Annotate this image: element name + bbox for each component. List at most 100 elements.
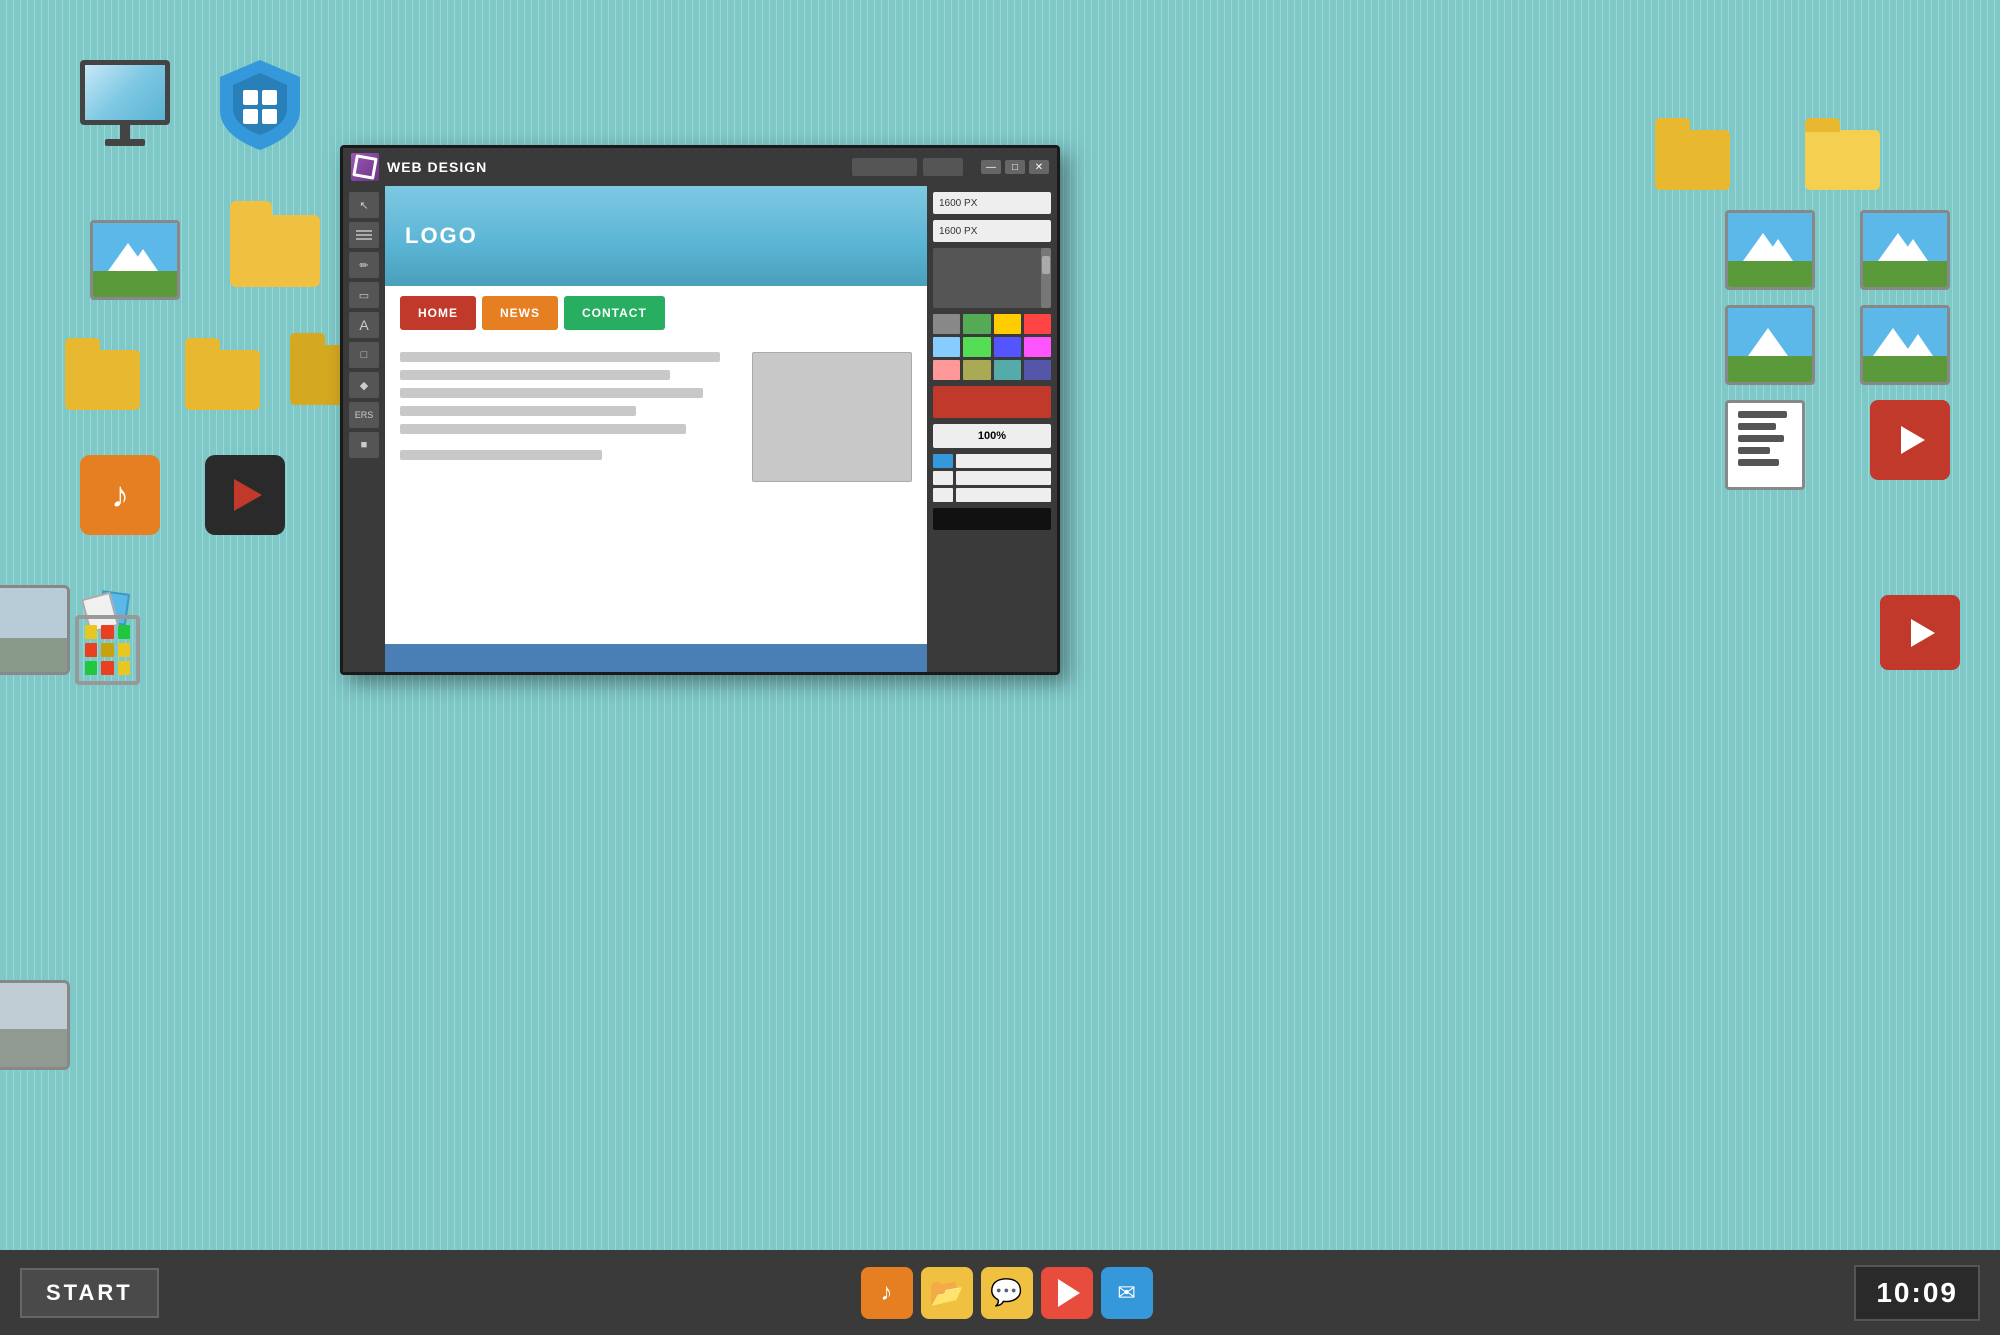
music-icon[interactable]: ♪ <box>80 455 160 535</box>
panel-black-block[interactable] <box>933 508 1051 530</box>
folder-icon-right-1[interactable] <box>1655 130 1730 190</box>
text-line-3 <box>400 388 703 398</box>
layer-bar-2[interactable] <box>956 471 1051 485</box>
tool-rect2[interactable]: □ <box>349 342 379 368</box>
trash-body <box>75 615 140 685</box>
layer-color-3 <box>933 488 953 502</box>
toolbar-btn-2[interactable] <box>923 158 963 176</box>
nav-btn-home[interactable]: HOME <box>400 296 476 330</box>
document-icon[interactable] <box>1725 400 1805 490</box>
taskbar-music-icon[interactable]: ♪ <box>861 1267 913 1319</box>
text-line-5 <box>400 424 686 434</box>
site-nav: HOME NEWS CONTACT <box>385 286 927 340</box>
video-icon-dark[interactable] <box>205 455 285 535</box>
photo-icon-1[interactable] <box>0 585 70 675</box>
monitor-base <box>105 139 145 146</box>
monitor-icon[interactable] <box>65 60 185 180</box>
color-cell-2[interactable] <box>963 314 990 334</box>
left-toolbar: ↖ ✏ ▭ A □ ◆ ERS ■ <box>343 186 385 672</box>
layer-row-3 <box>933 488 1051 502</box>
panel-zoom[interactable]: 100% <box>933 424 1051 448</box>
panel-red-block[interactable] <box>933 386 1051 418</box>
folder-icon-3[interactable] <box>185 350 260 410</box>
color-cell-9[interactable] <box>933 360 960 380</box>
layer-row-2 <box>933 471 1051 485</box>
photo-icon-3[interactable] <box>0 980 70 1070</box>
video-icon-red-2[interactable] <box>1880 595 1960 670</box>
layer-row-1 <box>933 454 1051 468</box>
nav-btn-news[interactable]: NEWS <box>482 296 558 330</box>
taskbar-play-icon[interactable] <box>1041 1267 1093 1319</box>
color-grid <box>933 314 1051 380</box>
window-titlebar[interactable]: WEB DESIGN — □ ✕ <box>343 148 1057 186</box>
taskbar-chat-icon[interactable]: 💬 <box>981 1267 1033 1319</box>
monitor-screen <box>80 60 170 125</box>
taskbar-folder-icon[interactable]: 📂 <box>921 1267 973 1319</box>
taskbar-mail-icon[interactable]: ✉ <box>1101 1267 1153 1319</box>
color-cell-7[interactable] <box>994 337 1021 357</box>
minimize-button[interactable]: — <box>981 160 1001 174</box>
tool-square[interactable]: ■ <box>349 432 379 458</box>
layer-bar-3[interactable] <box>956 488 1051 502</box>
video-icon-red-1[interactable] <box>1870 400 1950 480</box>
taskbar-clock: 10:09 <box>1854 1265 1980 1321</box>
toolbar-btn-1[interactable] <box>852 158 917 176</box>
layer-bar-1[interactable] <box>956 454 1051 468</box>
text-line-1 <box>400 352 720 362</box>
monitor-stand <box>120 125 130 139</box>
tool-pen[interactable]: ✏ <box>349 252 379 278</box>
layer-color-2 <box>933 471 953 485</box>
recycle-bin-icon[interactable] <box>65 590 150 685</box>
color-cell-6[interactable] <box>963 337 990 357</box>
folder-icon-2[interactable] <box>65 350 140 410</box>
window-toolbar <box>852 158 963 176</box>
app-window: WEB DESIGN — □ ✕ ↖ ✏ ▭ A □ ◆ ERS ■ <box>340 145 1060 675</box>
close-button[interactable]: ✕ <box>1029 160 1049 174</box>
site-footer <box>385 644 927 672</box>
color-cell-4[interactable] <box>1024 314 1051 334</box>
tool-lines[interactable] <box>349 222 379 248</box>
tool-text[interactable]: A <box>349 312 379 338</box>
folder-icon-1[interactable] <box>230 215 320 287</box>
tool-rect[interactable]: ▭ <box>349 282 379 308</box>
layer-color-1 <box>933 454 953 468</box>
scroll-area[interactable] <box>933 248 1051 308</box>
play-triangle-white <box>1901 426 1925 454</box>
nav-btn-contact[interactable]: CONTACT <box>564 296 665 330</box>
taskbar-icons: ♪ 📂 💬 ✉ <box>861 1267 1153 1319</box>
color-cell-12[interactable] <box>1024 360 1051 380</box>
window-title: WEB DESIGN <box>387 159 844 175</box>
shield-svg <box>215 55 305 155</box>
panel-width-input[interactable]: 1600 PX <box>933 192 1051 214</box>
image-icon-right-1[interactable] <box>1725 210 1815 290</box>
titlebar-icon <box>351 153 379 181</box>
taskbar: START ♪ 📂 💬 ✉ 10:09 <box>0 1250 2000 1335</box>
shield-icon[interactable] <box>210 50 310 160</box>
tool-select[interactable]: ↖ <box>349 192 379 218</box>
image-icon-right-4[interactable] <box>1860 305 1950 385</box>
maximize-button[interactable]: □ <box>1005 160 1025 174</box>
color-cell-11[interactable] <box>994 360 1021 380</box>
content-text-area <box>400 352 737 632</box>
play-triangle <box>234 479 262 511</box>
color-cell-8[interactable] <box>1024 337 1051 357</box>
text-line-4 <box>400 406 636 416</box>
color-cell-10[interactable] <box>963 360 990 380</box>
content-image-placeholder <box>752 352 912 482</box>
image-icon-right-2[interactable] <box>1860 210 1950 290</box>
folder-icon-right-2[interactable] <box>1805 130 1880 190</box>
panel-height-input[interactable]: 1600 PX <box>933 220 1051 242</box>
site-header: LOGO <box>385 186 927 286</box>
text-line-6 <box>400 450 602 460</box>
color-cell-3[interactable] <box>994 314 1021 334</box>
site-logo: LOGO <box>405 223 478 249</box>
color-cell-5[interactable] <box>933 337 960 357</box>
site-content <box>385 340 927 644</box>
image-icon-1[interactable] <box>90 220 180 300</box>
tool-eraser[interactable]: ERS <box>349 402 379 428</box>
window-main: LOGO HOME NEWS CONTACT <box>385 186 927 672</box>
image-icon-right-3[interactable] <box>1725 305 1815 385</box>
tool-diamond[interactable]: ◆ <box>349 372 379 398</box>
start-button[interactable]: START <box>20 1268 159 1318</box>
color-cell-1[interactable] <box>933 314 960 334</box>
